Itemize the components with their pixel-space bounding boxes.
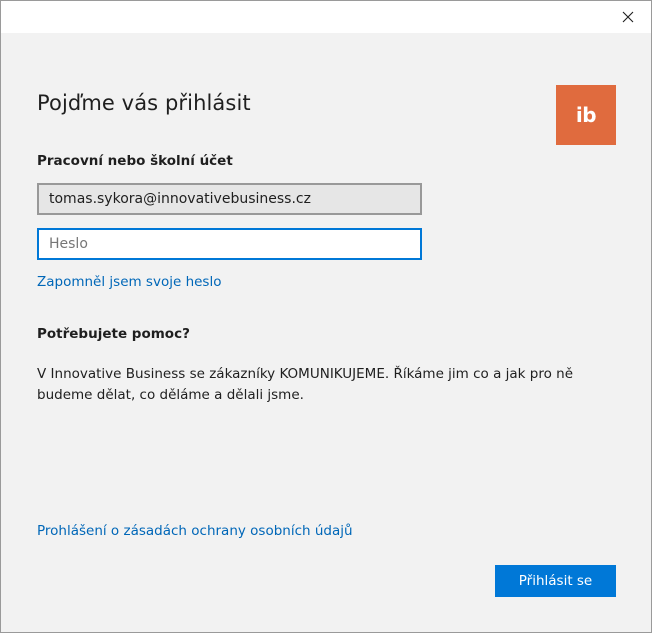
email-field[interactable] xyxy=(37,183,422,215)
account-label: Pracovní nebo školní účet xyxy=(37,153,233,169)
help-heading: Potřebujete pomoc? xyxy=(37,326,190,342)
help-text: V Innovative Business se zákazníky KOMUN… xyxy=(37,366,574,403)
close-button[interactable] xyxy=(605,1,651,33)
close-icon xyxy=(622,11,634,23)
forgot-password-link[interactable]: Zapomněl jsem svoje heslo xyxy=(37,274,221,290)
page-title: Pojďme vás přihlásit xyxy=(37,91,251,115)
signin-button[interactable]: Přihlásit se xyxy=(495,565,616,597)
company-logo: ib xyxy=(556,85,616,145)
privacy-statement-link[interactable]: Prohlášení o zásadách ochrany osobních ú… xyxy=(37,523,353,539)
password-field[interactable] xyxy=(37,228,422,260)
logo-text: ib xyxy=(575,103,597,127)
signin-dialog: Pojďme vás přihlásit ib Pracovní nebo šk… xyxy=(0,0,652,633)
title-bar xyxy=(1,1,651,33)
